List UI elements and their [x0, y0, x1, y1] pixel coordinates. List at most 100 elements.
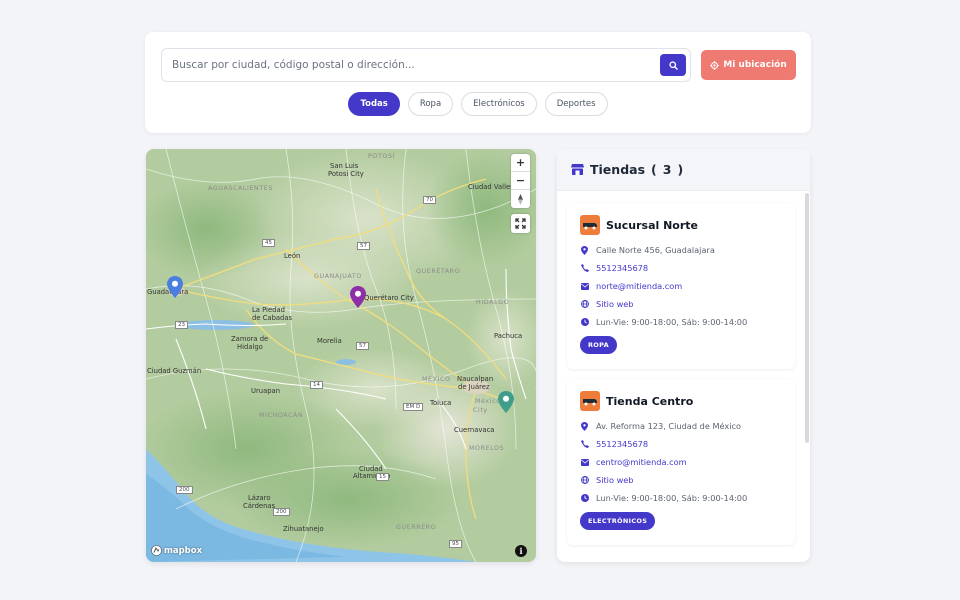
store-email[interactable]: norte@mitienda.com: [596, 281, 682, 291]
zoom-controls: + −: [511, 154, 530, 208]
store-website-link[interactable]: Sitio web: [596, 475, 634, 485]
store-address: Calle Norte 456, Guadalajara: [596, 245, 715, 255]
map-label-aguascalientes: AGUASCALIENTES: [208, 185, 273, 192]
map-label-guanajuato: GUANAJUATO: [314, 273, 362, 280]
map-label-cabadas: de Cabadas: [252, 314, 293, 322]
phone-icon: [580, 264, 589, 273]
map-marker-icon: [580, 421, 589, 431]
highway-shield-70: 70: [423, 196, 436, 204]
compass-icon: [518, 193, 523, 205]
store-address-row: Av. Reforma 123, Ciudad de México: [580, 421, 741, 431]
map-label-mexico: MÉXICO: [422, 376, 451, 383]
filter-chip-deportes[interactable]: Deportes: [544, 92, 608, 116]
filter-chip-todas[interactable]: Todas: [348, 92, 400, 116]
highway-shield-200a: 200: [176, 486, 193, 494]
map-marker-icon: [580, 245, 589, 255]
highway-shield-200b: 200: [273, 508, 290, 516]
map-label-hidalgo: HIDALGO: [476, 299, 510, 306]
store-logo: [580, 215, 600, 235]
map-label-cuernavaca: Cuernavaca: [454, 426, 495, 434]
panel-title: Tiendas: [590, 162, 646, 177]
store-email-row: norte@mitienda.com: [580, 281, 682, 291]
map-label-guzman: Ciudad Guzmán: [147, 367, 202, 375]
map-label-hidalgo2: Hidalgo: [237, 343, 263, 351]
store-name: Tienda Centro: [606, 394, 694, 408]
panel-header: Tiendas ( 3 ): [557, 149, 810, 191]
store-hours-row: Lun-Vie: 9:00-18:00, Sáb: 9:00-14:00: [580, 493, 747, 503]
fullscreen-icon: [515, 218, 526, 229]
filter-chip-electronicos[interactable]: Electrónicos: [461, 92, 537, 116]
store-category-tag[interactable]: ELECTRÓNICOS: [580, 512, 656, 530]
info-button[interactable]: i: [515, 545, 527, 557]
store-address-row: Calle Norte 456, Guadalajara: [580, 245, 715, 255]
store-hours: Lun-Vie: 9:00-18:00, Sáb: 9:00-14:00: [596, 493, 748, 503]
panel-count-open: (: [651, 162, 657, 177]
highway-shield-95: 95: [449, 540, 462, 548]
my-location-button[interactable]: Mi ubicación: [701, 50, 796, 80]
store-logo-icon: [583, 223, 597, 230]
store-email[interactable]: centro@mitienda.com: [596, 457, 687, 467]
store-phone-row: 5512345678: [580, 263, 648, 273]
filter-chip-ropa[interactable]: Ropa: [407, 92, 454, 116]
store-email-row: centro@mitienda.com: [580, 457, 687, 467]
search-button[interactable]: [660, 54, 686, 76]
map-pin-tienda-centro[interactable]: [498, 391, 514, 413]
map-label-morelos: MORELOS: [469, 445, 505, 452]
search-input[interactable]: [172, 49, 652, 81]
map-label-juarez: de Juárez: [458, 383, 490, 391]
map-label-lazaro2: Cárdenas: [243, 502, 276, 510]
search-card: Mi ubicación Todas Ropa Electrónicos Dep…: [145, 32, 811, 133]
fullscreen-button[interactable]: [511, 214, 530, 233]
store-phone[interactable]: 5512345678: [596, 439, 648, 449]
globe-icon: [580, 300, 589, 309]
store-phone[interactable]: 5512345678: [596, 263, 648, 273]
highway-shield-23: 23: [175, 321, 188, 329]
store-map[interactable]: San Luis Potosí City POTOSÍ Ciudad Valle…: [146, 149, 536, 562]
store-category-tag[interactable]: ROPA: [580, 336, 617, 354]
store-logo-icon: [583, 399, 597, 406]
highway-shield-14: 14: [310, 381, 323, 389]
envelope-icon: [580, 282, 589, 291]
map-label-leon: León: [284, 252, 301, 260]
store-header: Tienda Centro: [580, 391, 693, 411]
store-list-panel: Tiendas ( 3 ) Sucursal Norte Calle Norte…: [557, 149, 810, 562]
mapbox-logo[interactable]: mapbox: [151, 545, 202, 556]
panel-count: 3: [662, 162, 672, 177]
store-header: Sucursal Norte: [580, 215, 698, 235]
store-icon: [571, 164, 584, 175]
phone-icon: [580, 440, 589, 449]
map-label-toluca: Toluca: [430, 399, 452, 407]
map-label-pachuca: Pachuca: [494, 332, 523, 340]
store-hours-row: Lun-Vie: 9:00-18:00, Sáb: 9:00-14:00: [580, 317, 747, 327]
map-pin-sucursal-norte[interactable]: [167, 276, 183, 298]
map-label-mexico-city: México: [475, 398, 501, 405]
map-label-queretaro: QUERÉTARO: [416, 268, 461, 275]
map-label-zamora: Zamora de: [231, 335, 269, 343]
highway-shield-15: 15: [376, 473, 389, 481]
store-card-sucursal-norte[interactable]: Sucursal Norte Calle Norte 456, Guadalaj…: [567, 203, 795, 369]
highway-shield-45: 45: [262, 239, 275, 247]
map-pin-queretaro[interactable]: [350, 286, 366, 308]
map-terrain: [146, 149, 536, 562]
panel-scrollbar[interactable]: [805, 193, 809, 443]
zoom-in-button[interactable]: +: [511, 154, 530, 172]
store-name: Sucursal Norte: [606, 218, 699, 232]
zoom-out-button[interactable]: −: [511, 172, 530, 190]
my-location-label: Mi ubicación: [723, 60, 787, 70]
map-label-ciudad-valles: Ciudad Valles: [468, 183, 514, 191]
store-website-link[interactable]: Sitio web: [596, 299, 634, 309]
map-label-michoacan: MICHOACÁN: [259, 412, 304, 419]
map-label-potosi-city: Potosí City: [328, 170, 364, 178]
crosshair-icon: [710, 60, 720, 70]
search-box[interactable]: [161, 48, 691, 82]
map-label-piedad: La Piedad: [252, 306, 285, 314]
map-label-naucalpan: Naucalpan: [457, 375, 494, 383]
store-card-tienda-centro[interactable]: Tienda Centro Av. Reforma 123, Ciudad de…: [567, 379, 795, 545]
map-label-guerrero: GUERRERO: [396, 524, 437, 531]
map-label-potosi: POTOSÍ: [368, 153, 396, 160]
map-label-lazaro1: Lázaro: [248, 494, 271, 502]
mapbox-icon: [151, 545, 162, 556]
compass-button[interactable]: [511, 190, 530, 208]
store-website-row: Sitio web: [580, 475, 634, 485]
search-icon: [668, 60, 678, 70]
